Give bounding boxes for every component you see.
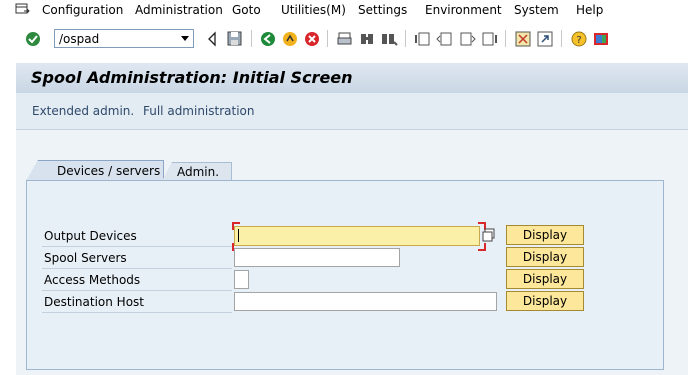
command-field[interactable]: /ospad [54, 29, 194, 48]
spool-servers-input[interactable] [234, 248, 400, 267]
menu-item-utilities[interactable]: Utilities(M) [281, 3, 346, 17]
system-menu-icon[interactable] [15, 3, 31, 17]
save-icon[interactable] [226, 30, 244, 48]
cancel-icon[interactable] [303, 30, 321, 48]
destination-host-label: Destination Host [44, 295, 144, 309]
toolbar-separator [505, 30, 506, 47]
value-help-icon[interactable] [482, 228, 496, 242]
first-page-icon[interactable] [414, 30, 432, 48]
output-devices-input[interactable] [234, 226, 480, 246]
toolbar-separator [251, 30, 252, 47]
output-devices-label: Output Devices [44, 229, 137, 243]
screen-title-bar: Spool Administration: Initial Screen [16, 63, 688, 93]
display-destination-host-button[interactable]: Display [506, 291, 584, 311]
next-page-icon[interactable] [458, 30, 476, 48]
menu-item-system[interactable]: System [514, 3, 559, 17]
toolbar-separator [561, 30, 562, 47]
text-cursor [238, 229, 239, 242]
enter-check-icon[interactable] [24, 30, 42, 48]
row-divider [42, 290, 232, 291]
row-divider [42, 246, 232, 247]
menu-item-environment[interactable]: Environment [425, 3, 502, 17]
print-icon[interactable] [336, 30, 354, 48]
command-field-value: /ospad [59, 32, 100, 46]
back-icon[interactable] [259, 30, 277, 48]
toolbar-separator [327, 30, 328, 47]
menu-bar: Configuration Administration Goto Utilit… [0, 0, 688, 22]
menu-item-goto[interactable]: Goto [232, 3, 261, 17]
destination-host-input[interactable] [234, 292, 497, 311]
menu-item-administration[interactable]: Administration [135, 3, 223, 17]
access-methods-label: Access Methods [44, 273, 141, 287]
access-methods-input[interactable] [234, 270, 249, 289]
full-administration-button[interactable]: Full administration [143, 104, 255, 118]
svg-text:?: ? [576, 35, 581, 46]
tab-devices-servers[interactable]: Devices / servers [26, 160, 164, 181]
spool-servers-label: Spool Servers [44, 251, 127, 265]
help-icon[interactable]: ? [570, 30, 588, 48]
find-next-icon[interactable] [380, 30, 398, 48]
back-arrow-icon[interactable] [204, 30, 222, 48]
display-output-devices-button[interactable]: Display [506, 225, 584, 245]
display-spool-servers-button[interactable]: Display [506, 247, 584, 267]
exit-icon[interactable] [281, 30, 299, 48]
required-marker [478, 243, 486, 251]
create-session-icon[interactable] [514, 30, 532, 48]
row-divider [42, 312, 232, 313]
toolbar-separator [405, 30, 406, 47]
previous-page-icon[interactable] [436, 30, 454, 48]
menu-item-configuration[interactable]: Configuration [42, 3, 123, 17]
last-page-icon[interactable] [480, 30, 498, 48]
shortcut-icon[interactable] [536, 30, 554, 48]
tab-admin[interactable]: Admin. [162, 162, 232, 181]
chevron-down-icon[interactable] [181, 36, 189, 41]
row-divider [42, 268, 232, 269]
display-access-methods-button[interactable]: Display [506, 269, 584, 289]
menu-item-help[interactable]: Help [576, 3, 603, 17]
menu-item-settings[interactable]: Settings [358, 3, 407, 17]
layout-icon[interactable] [592, 30, 610, 48]
page-title: Spool Administration: Initial Screen [31, 68, 353, 87]
find-icon[interactable] [358, 30, 376, 48]
application-toolbar: Extended admin. Full administration [16, 93, 688, 130]
extended-admin-button[interactable]: Extended admin. [32, 104, 134, 118]
